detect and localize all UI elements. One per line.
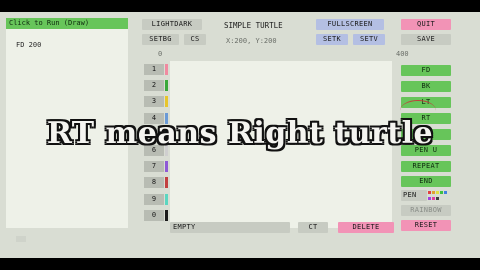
memory-slot-2-color bbox=[165, 80, 168, 91]
run-button[interactable]: Click to Run (Draw) bbox=[6, 18, 128, 29]
memory-slot-8[interactable]: 8 bbox=[144, 177, 164, 188]
cs-button[interactable]: CS bbox=[184, 34, 206, 45]
palette-dot bbox=[428, 191, 431, 194]
lightdark-button[interactable]: LIGHTDARK bbox=[142, 19, 202, 30]
x-axis-start-label: 0 bbox=[158, 50, 163, 58]
palette-dot bbox=[432, 197, 435, 200]
pen-color-button[interactable]: PEN bbox=[401, 190, 427, 201]
memory-slot-9[interactable]: 9 bbox=[144, 194, 164, 205]
overlay-caption: RT means Right turtle bbox=[46, 116, 434, 151]
code-line[interactable]: FD 200 bbox=[16, 41, 41, 49]
memory-slot-7-color bbox=[165, 161, 168, 172]
x-axis-end-label: 400 bbox=[396, 50, 409, 58]
reset-button[interactable]: RESET bbox=[401, 220, 451, 231]
app-title: SIMPLE TURTLE bbox=[224, 21, 283, 30]
bk-command-button[interactable]: BK bbox=[401, 81, 451, 92]
memory-slot-8-color bbox=[165, 177, 168, 188]
pen-palette-icon[interactable] bbox=[428, 190, 448, 201]
turtle-coordinates: X:200, Y:200 bbox=[226, 37, 277, 45]
setk-button[interactable]: SETK bbox=[316, 34, 348, 45]
memory-slot-7[interactable]: 7 bbox=[144, 161, 164, 172]
memory-slot-1-color bbox=[165, 64, 168, 75]
memory-slot-1[interactable]: 1 bbox=[144, 64, 164, 75]
turtle-app-window: Click to Run (Draw) FD 200 LIGHTDARK SET… bbox=[0, 12, 480, 258]
ct-button[interactable]: CT bbox=[298, 222, 328, 233]
palette-dot bbox=[436, 197, 439, 200]
palette-dot bbox=[428, 197, 431, 200]
setv-button[interactable]: SETV bbox=[353, 34, 385, 45]
palette-dot bbox=[444, 191, 447, 194]
memory-slot-3[interactable]: 3 bbox=[144, 96, 164, 107]
fd-command-button[interactable]: FD bbox=[401, 65, 451, 76]
palette-dot bbox=[432, 191, 435, 194]
memory-slot-0-color bbox=[165, 210, 168, 221]
memory-slot-0[interactable]: 0 bbox=[144, 210, 164, 221]
panel-resize-handle[interactable] bbox=[16, 236, 26, 242]
rainbow-button[interactable]: RAINBOW bbox=[401, 205, 451, 216]
end-button[interactable]: END bbox=[401, 176, 451, 187]
quit-button[interactable]: QUIT bbox=[401, 19, 451, 30]
memory-slot-9-color bbox=[165, 194, 168, 205]
palette-dot bbox=[440, 191, 443, 194]
fullscreen-button[interactable]: FULLSCREEN bbox=[316, 19, 384, 30]
save-button[interactable]: SAVE bbox=[401, 34, 451, 45]
repeat-button[interactable]: REPEAT bbox=[401, 161, 451, 172]
palette-dot bbox=[436, 191, 439, 194]
slot-name-field[interactable]: EMPTY bbox=[170, 222, 290, 233]
memory-slot-2[interactable]: 2 bbox=[144, 80, 164, 91]
delete-button[interactable]: DELETE bbox=[338, 222, 394, 233]
setbg-button[interactable]: SETBG bbox=[142, 34, 179, 45]
memory-slot-3-color bbox=[165, 96, 168, 107]
